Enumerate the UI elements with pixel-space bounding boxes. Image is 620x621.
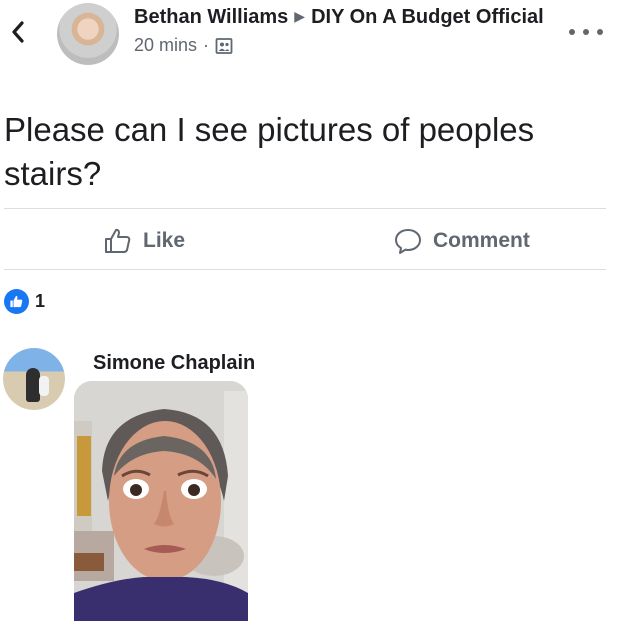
- chevron-left-icon: [12, 21, 24, 43]
- more-options-button[interactable]: [569, 22, 603, 42]
- meta-separator: ·: [203, 35, 210, 55]
- post-time[interactable]: 20 mins: [134, 35, 197, 56]
- back-button[interactable]: [8, 18, 28, 46]
- group-audience-icon: [215, 37, 233, 54]
- reaction-count: 1: [35, 290, 46, 311]
- avatar-figure: [39, 376, 49, 396]
- post-header: Bethan Williams ▶ DIY On A Budget Official…: [134, 4, 554, 56]
- post-text: Please can I see pictures of peoples sta…: [4, 111, 535, 192]
- commenter-avatar[interactable]: [3, 348, 65, 410]
- author-avatar[interactable]: [57, 3, 119, 65]
- poster-line: Bethan Williams ▶ DIY On A Budget Official: [134, 4, 554, 30]
- avatar-figure: [26, 368, 40, 402]
- more-options-icon: [583, 29, 589, 35]
- post-meta: 20 mins ·: [134, 35, 554, 56]
- comment-bubble-icon: [395, 229, 421, 254]
- group-arrow-icon: ▶: [294, 8, 306, 24]
- like-label: Like: [143, 229, 186, 252]
- comment-label: Comment: [433, 229, 530, 252]
- face-photo: [74, 381, 248, 621]
- divider-top: [4, 208, 606, 209]
- more-options-icon: [597, 29, 603, 35]
- comment-photo[interactable]: [74, 381, 248, 621]
- like-button[interactable]: Like: [103, 223, 185, 259]
- reaction-summary[interactable]: 1: [4, 287, 45, 315]
- group-name[interactable]: DIY On A Budget Official: [311, 6, 544, 28]
- commenter-name[interactable]: Simone Chaplain: [93, 352, 255, 375]
- thumbs-up-icon: [105, 228, 131, 253]
- comment-button[interactable]: Comment: [393, 223, 530, 259]
- more-options-icon: [569, 29, 575, 35]
- divider-bottom: [4, 269, 606, 270]
- author-name[interactable]: Bethan Williams: [134, 6, 288, 28]
- like-reaction-icon: [4, 288, 29, 314]
